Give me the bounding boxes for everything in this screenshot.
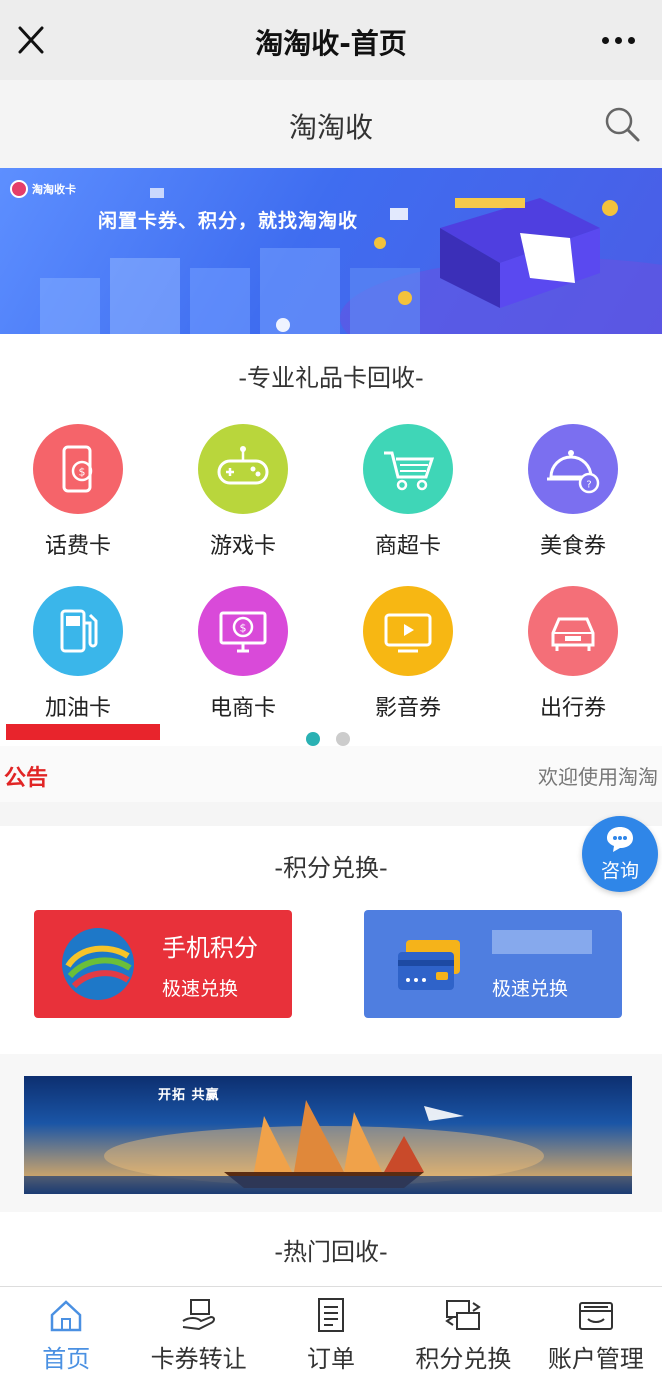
hot-section: -热门回收- bbox=[0, 1212, 662, 1286]
category-circle bbox=[363, 424, 453, 514]
hero-banner[interactable]: 淘淘收卡 闲置卡券、积分，就找淘淘收 bbox=[0, 168, 662, 334]
svg-text:?: ? bbox=[586, 480, 591, 491]
tab-label: 订单 bbox=[307, 1345, 356, 1373]
hot-section-title: -热门回收- bbox=[274, 1238, 388, 1266]
tab-label: 账户管理 bbox=[547, 1345, 644, 1373]
banner-pager-dot bbox=[276, 318, 290, 332]
more-dot-icon bbox=[601, 36, 609, 44]
category-label: 出行券 bbox=[539, 696, 606, 721]
category-circle: $ bbox=[198, 586, 288, 676]
tab-label: 卡券转让 bbox=[150, 1345, 247, 1373]
tab-account[interactable]: 账户管理 bbox=[530, 1287, 662, 1380]
promo-caption: 开拓 共赢 bbox=[158, 1088, 220, 1103]
category-circle bbox=[198, 424, 288, 514]
gift-card-section: -专业礼品卡回收- $ 话费卡 游戏卡 商超卡 ? 美食券 加油卡 $ 电商卡 … bbox=[0, 334, 662, 746]
card-transfer-icon bbox=[182, 1299, 215, 1331]
category-label: 游戏卡 bbox=[209, 534, 276, 559]
category-label: 电商卡 bbox=[209, 696, 276, 721]
ecommerce-monitor-icon: $ bbox=[219, 611, 267, 653]
category-circle bbox=[528, 586, 618, 676]
fuel-pump-icon bbox=[60, 609, 98, 653]
category-label: 影音券 bbox=[374, 696, 441, 721]
search-icon bbox=[605, 107, 640, 142]
banner-illustration bbox=[40, 188, 662, 334]
gamepad-icon bbox=[217, 446, 269, 485]
tab-label: 积分兑换 bbox=[415, 1345, 512, 1373]
card-title: 手机积分 bbox=[162, 934, 258, 962]
promo-banner[interactable]: 开拓 共赢 bbox=[24, 1076, 632, 1194]
banner-logo: 淘淘收卡 bbox=[10, 180, 76, 198]
points-section-title: -积分兑换- bbox=[274, 854, 388, 882]
category-circle bbox=[33, 586, 123, 676]
consult-button[interactable]: 咨询 bbox=[582, 816, 658, 892]
category-label: 美食券 bbox=[539, 534, 606, 559]
category-pager-dot[interactable] bbox=[336, 732, 350, 746]
video-play-icon bbox=[384, 613, 432, 653]
notice-label: 公告 bbox=[4, 766, 49, 791]
category-pager-dot-active[interactable] bbox=[306, 732, 320, 746]
gift-section-title: -专业礼品卡回收- bbox=[238, 364, 424, 392]
category-circle bbox=[363, 586, 453, 676]
category-circle: ? bbox=[528, 424, 618, 514]
category-video-voucher[interactable]: 影音券 bbox=[343, 586, 473, 726]
chat-bubble-icon bbox=[607, 827, 633, 852]
category-fuel-card[interactable]: 加油卡 bbox=[13, 586, 143, 726]
account-wallet-icon bbox=[578, 1302, 613, 1330]
category-label: 商超卡 bbox=[374, 534, 441, 559]
category-game-card[interactable]: 游戏卡 bbox=[178, 424, 308, 564]
category-label: 话费卡 bbox=[44, 534, 111, 559]
home-icon bbox=[50, 1300, 82, 1332]
banner-logo-mark-icon bbox=[10, 180, 28, 198]
app-title: 淘淘收 bbox=[288, 111, 373, 144]
food-cloche-icon: ? bbox=[547, 450, 600, 494]
category-food-voucher[interactable]: ? 美食券 bbox=[508, 424, 638, 564]
points-exchange-icon bbox=[445, 1300, 482, 1330]
banner-slogan: 闲置卡券、积分，就找淘淘收 bbox=[98, 210, 359, 232]
card-subtitle: 极速兑换 bbox=[162, 978, 239, 1000]
search-button[interactable] bbox=[602, 104, 642, 144]
app-header: 淘淘收 bbox=[0, 80, 662, 168]
category-supermarket-card[interactable]: 商超卡 bbox=[343, 424, 473, 564]
notice-text: 欢迎使用淘淘 bbox=[538, 765, 658, 789]
red-highlight-mark bbox=[6, 724, 160, 740]
category-ecommerce-card[interactable]: $ 电商卡 bbox=[178, 586, 308, 726]
notice-bar[interactable]: 公告 欢迎使用淘淘 bbox=[0, 746, 662, 802]
tab-home[interactable]: 首页 bbox=[0, 1287, 132, 1380]
more-menu-button[interactable] bbox=[598, 28, 638, 52]
card-subtitle: 极速兑换 bbox=[492, 978, 569, 1000]
more-dot-icon bbox=[614, 36, 622, 44]
svg-text:$: $ bbox=[240, 622, 247, 635]
sailing-ship-illustration bbox=[24, 1100, 632, 1194]
car-icon bbox=[551, 617, 595, 651]
tab-card-transfer[interactable]: 卡券转让 bbox=[132, 1287, 264, 1380]
banner-logo-text: 淘淘收卡 bbox=[32, 183, 76, 196]
category-circle: $ bbox=[33, 424, 123, 514]
bottom-tab-bar: 首页 卡券转让 订单 积分兑换 账户管理 bbox=[0, 1286, 662, 1380]
category-travel-voucher[interactable]: 出行券 bbox=[508, 586, 638, 726]
credit-card-icon bbox=[398, 940, 460, 990]
wechat-page-title: 淘淘收-首页 bbox=[255, 27, 407, 60]
china-mobile-logo-icon bbox=[62, 928, 134, 1000]
category-phone-card[interactable]: $ 话费卡 bbox=[13, 424, 143, 564]
more-dot-icon bbox=[627, 36, 635, 44]
phone-card-icon: $ bbox=[62, 445, 93, 493]
category-label: 加油卡 bbox=[44, 696, 111, 721]
svg-text:$: $ bbox=[79, 466, 86, 479]
order-list-icon bbox=[318, 1298, 345, 1332]
tab-points-exchange[interactable]: 积分兑换 bbox=[397, 1287, 529, 1380]
tab-orders[interactable]: 订单 bbox=[265, 1287, 397, 1380]
tab-label: 首页 bbox=[42, 1345, 91, 1373]
blurred-title bbox=[492, 930, 592, 954]
consult-label: 咨询 bbox=[600, 860, 639, 882]
mobile-points-card[interactable]: 手机积分 极速兑换 bbox=[34, 910, 292, 1018]
wechat-title-bar: 淘淘收-首页 bbox=[0, 0, 662, 80]
card-points-card[interactable]: 极速兑换 bbox=[364, 910, 622, 1018]
shopping-cart-icon bbox=[384, 451, 435, 491]
